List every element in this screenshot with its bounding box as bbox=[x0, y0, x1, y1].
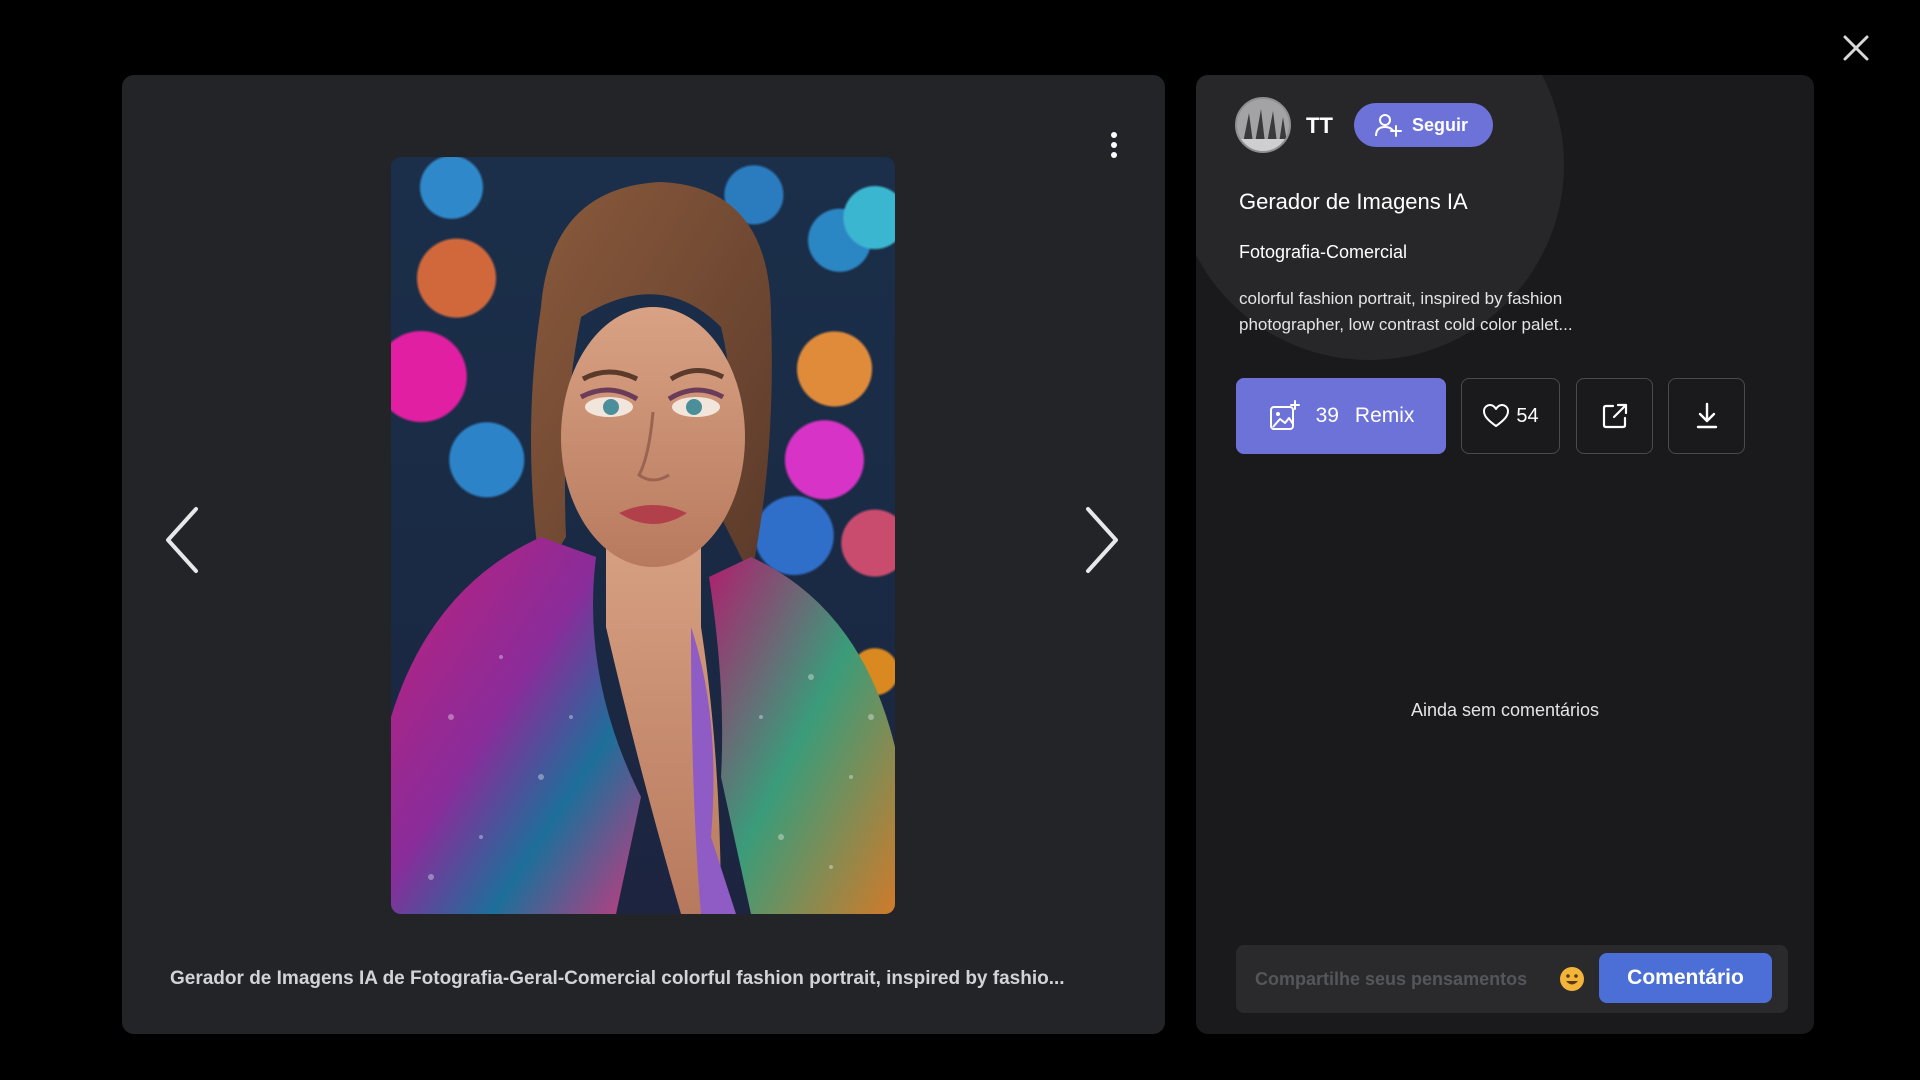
previous-image-button[interactable] bbox=[156, 495, 210, 585]
empty-comments-message: Ainda sem comentários bbox=[1410, 700, 1600, 720]
user-add-icon bbox=[1375, 114, 1402, 137]
download-button[interactable] bbox=[1668, 378, 1745, 454]
image-sparkle-icon bbox=[1269, 400, 1300, 430]
fashion-portrait-illustration bbox=[391, 182, 895, 914]
chevron-left-icon bbox=[166, 507, 198, 573]
comment-input[interactable] bbox=[1236, 945, 1608, 1013]
more-options-button[interactable] bbox=[1102, 125, 1126, 169]
remix-label: Remix bbox=[1354, 404, 1415, 427]
follow-label: Seguir bbox=[1412, 114, 1469, 135]
post-title: Gerador de Imagens IA bbox=[1239, 189, 1468, 214]
like-button[interactable]: 54 bbox=[1461, 378, 1560, 454]
close-button[interactable] bbox=[1836, 28, 1876, 68]
image-caption: Gerador de Imagens IA de Fotografia-Gera… bbox=[170, 968, 1065, 989]
share-button[interactable] bbox=[1576, 378, 1653, 454]
image-detail-modal: Gerador de Imagens IA de Fotografia-Gera… bbox=[0, 0, 1920, 1080]
post-description: colorful fashion portrait, inspired by f… bbox=[1239, 289, 1573, 334]
more-vertical-icon bbox=[1111, 132, 1117, 158]
generated-image bbox=[391, 157, 895, 914]
author-avatar[interactable] bbox=[1235, 97, 1291, 153]
follow-button[interactable]: Seguir bbox=[1354, 103, 1493, 147]
chevron-right-icon bbox=[1086, 507, 1118, 573]
download-icon bbox=[1696, 402, 1717, 429]
heart-icon bbox=[1483, 404, 1510, 427]
image-info-panel: TT Seguir Gerador de Imagens IA Fotograf… bbox=[1196, 75, 1814, 1034]
remix-button[interactable]: 39 Remix bbox=[1236, 378, 1446, 454]
close-icon bbox=[1843, 35, 1869, 61]
emoji-button[interactable] bbox=[1558, 965, 1586, 993]
submit-comment-button[interactable]: Comentário bbox=[1599, 953, 1772, 1003]
post-category[interactable]: Fotografia-Comercial bbox=[1239, 242, 1407, 263]
image-viewer-panel: Gerador de Imagens IA de Fotografia-Gera… bbox=[122, 75, 1165, 1034]
author-name[interactable]: TT bbox=[1306, 113, 1333, 139]
remix-count: 39 bbox=[1315, 404, 1339, 427]
emoji-icon bbox=[1560, 967, 1584, 991]
next-image-button[interactable] bbox=[1074, 495, 1128, 585]
like-count: 54 bbox=[1516, 404, 1539, 427]
comment-composer: Comentário bbox=[1236, 945, 1788, 1013]
external-link-icon bbox=[1602, 403, 1627, 429]
